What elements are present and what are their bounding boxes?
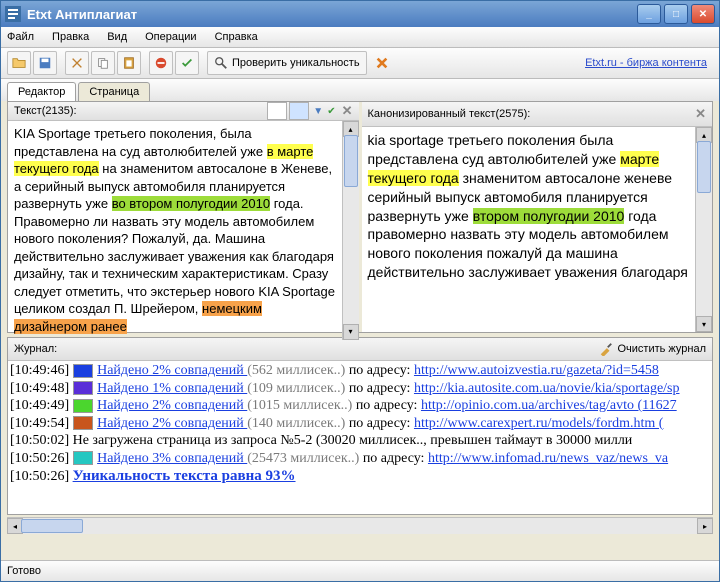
- right-pane: Канонизированный текст(2575): ✕ kia spor…: [359, 102, 713, 332]
- clear-journal-button[interactable]: Очистить журнал: [599, 342, 706, 356]
- match-link[interactable]: Найдено 2% совпадений: [97, 363, 247, 378]
- menu-file[interactable]: Файл: [7, 31, 34, 43]
- journal-panel: Журнал: Очистить журнал [10:49:46]Найден…: [7, 337, 713, 515]
- remove-button[interactable]: [149, 51, 173, 75]
- right-scrollbar[interactable]: ▴▾: [695, 127, 712, 332]
- journal-title: Журнал:: [14, 343, 57, 355]
- status-bar: Готово: [1, 560, 719, 581]
- left-pane: Текст(2135): ▼ ✔ ✕ KIA Sportage третьего…: [8, 102, 359, 332]
- journal-body[interactable]: [10:49:46]Найдено 2% совпадений (562 мил…: [8, 361, 712, 514]
- app-icon: [5, 6, 21, 22]
- paste-icon: [122, 56, 136, 70]
- save-icon: [38, 56, 52, 70]
- window-buttons: _ □ ✕: [637, 4, 715, 24]
- right-pane-header: Канонизированный текст(2575): ✕: [362, 102, 713, 127]
- journal-row: [10:50:26]Найдено 3% совпадений (25473 м…: [10, 450, 710, 468]
- paste-button[interactable]: [117, 51, 141, 75]
- journal-row: [10:49:48]Найдено 1% совпадений (109 мил…: [10, 380, 710, 398]
- left-scrollbar[interactable]: ▴▾: [342, 121, 359, 340]
- color-swatch: [73, 399, 93, 413]
- match-link[interactable]: Найдено 3% совпадений: [97, 451, 247, 466]
- tabstrip: Редактор Страница: [1, 79, 719, 101]
- cancel-op-button[interactable]: [371, 52, 393, 74]
- journal-header: Журнал: Очистить журнал: [8, 338, 712, 361]
- scissors-icon: [70, 56, 84, 70]
- tab-editor[interactable]: Редактор: [7, 82, 76, 101]
- copy-icon: [96, 56, 110, 70]
- search-icon: [214, 56, 228, 70]
- journal-row: [10:49:54]Найдено 2% совпадений (140 мил…: [10, 415, 710, 433]
- left-pane-title: Текст(2135):: [14, 105, 77, 117]
- view-mode-1-button[interactable]: [267, 102, 287, 120]
- scroll-down-button[interactable]: ▾: [696, 316, 712, 332]
- right-pane-close[interactable]: ✕: [695, 106, 706, 122]
- source-url-link[interactable]: http://www.autoizvestia.ru/gazeta/?id=54…: [414, 363, 659, 378]
- close-button[interactable]: ✕: [691, 4, 715, 24]
- folder-open-icon: [12, 56, 26, 70]
- maximize-button[interactable]: □: [664, 4, 688, 24]
- save-button[interactable]: [33, 51, 57, 75]
- remove-icon: [154, 56, 168, 70]
- view-mode-2-button[interactable]: [289, 102, 309, 120]
- open-button[interactable]: [7, 51, 31, 75]
- dropdown-icon[interactable]: ▼: [313, 106, 323, 117]
- titlebar: Etxt Антиплагиат _ □ ✕: [1, 1, 719, 27]
- color-swatch: [73, 381, 93, 395]
- canonical-textarea[interactable]: kia sportage третьего поколения была пре…: [362, 127, 696, 332]
- journal-row: [10:49:46]Найдено 2% совпадений (562 мил…: [10, 362, 710, 380]
- menubar: Файл Правка Вид Операции Справка: [1, 27, 719, 48]
- match-link[interactable]: Найдено 2% совпадений: [97, 416, 247, 431]
- match-link[interactable]: Найдено 1% совпадений: [97, 381, 247, 396]
- menu-view[interactable]: Вид: [107, 31, 127, 43]
- source-url-link[interactable]: http://kia.autosite.com.ua/novie/kia/spo…: [414, 381, 680, 396]
- tab-page[interactable]: Страница: [78, 82, 150, 101]
- hscroll-thumb[interactable]: [21, 519, 83, 533]
- left-pane-body: KIA Sportage третьего поколения, была пр…: [8, 121, 359, 340]
- color-swatch: [73, 364, 93, 378]
- menu-edit[interactable]: Правка: [52, 31, 89, 43]
- left-pane-close[interactable]: ✕: [342, 103, 353, 119]
- app-title: Etxt Антиплагиат: [27, 7, 637, 22]
- toolbar: Проверить уникальность Etxt.ru - биржа к…: [1, 48, 719, 79]
- highlight-green: во втором полугодии 2010: [112, 196, 270, 211]
- check-uniqueness-label: Проверить уникальность: [232, 57, 360, 69]
- menu-operations[interactable]: Операции: [145, 31, 196, 43]
- journal-row: [10:50:02] Не загружена страница из запр…: [10, 432, 710, 450]
- check-small-button[interactable]: [175, 51, 199, 75]
- menu-help[interactable]: Справка: [215, 31, 258, 43]
- source-url-link[interactable]: http://www.carexpert.ru/models/fordm.htm…: [414, 416, 663, 431]
- check-uniqueness-button[interactable]: Проверить уникальность: [207, 51, 367, 75]
- cancel-icon: [375, 56, 389, 70]
- scroll-right-button[interactable]: ▸: [697, 518, 713, 534]
- check-icon: [180, 56, 194, 70]
- right-pane-body: kia sportage третьего поколения была пре…: [362, 127, 713, 332]
- scroll-thumb[interactable]: [344, 135, 358, 187]
- broom-icon: [599, 342, 613, 356]
- accept-icon[interactable]: ✔: [327, 106, 335, 117]
- app-window: Etxt Антиплагиат _ □ ✕ Файл Правка Вид О…: [0, 0, 720, 582]
- brand-link[interactable]: Etxt.ru - биржа контента: [585, 57, 707, 69]
- highlight-green: втором полугодии 2010: [473, 208, 625, 224]
- color-swatch: [73, 416, 93, 430]
- horizontal-scrollbar[interactable]: ◂▸: [7, 517, 713, 534]
- source-url-link[interactable]: http://www.infomad.ru/news_vaz/news_va: [428, 451, 668, 466]
- right-pane-title: Канонизированный текст(2575):: [368, 108, 531, 120]
- scroll-thumb[interactable]: [697, 141, 711, 193]
- match-link[interactable]: Найдено 2% совпадений: [97, 398, 247, 413]
- workarea: Текст(2135): ▼ ✔ ✕ KIA Sportage третьего…: [7, 101, 713, 333]
- uniqueness-result: Уникальность текста равна 93%: [73, 468, 296, 484]
- left-pane-header: Текст(2135): ▼ ✔ ✕: [8, 102, 359, 121]
- copy-button[interactable]: [91, 51, 115, 75]
- clear-journal-label: Очистить журнал: [617, 343, 706, 355]
- color-swatch: [73, 451, 93, 465]
- source-url-link[interactable]: http://opinio.com.ua/archives/tag/avto (…: [421, 398, 677, 413]
- minimize-button[interactable]: _: [637, 4, 661, 24]
- journal-final-row: [10:50:26] Уникальность текста равна 93%: [10, 467, 710, 486]
- cut-button[interactable]: [65, 51, 89, 75]
- status-text: Готово: [7, 565, 41, 577]
- scroll-down-button[interactable]: ▾: [343, 324, 359, 340]
- journal-row: [10:49:49]Найдено 2% совпадений (1015 ми…: [10, 397, 710, 415]
- editor-textarea[interactable]: KIA Sportage третьего поколения, была пр…: [8, 121, 342, 340]
